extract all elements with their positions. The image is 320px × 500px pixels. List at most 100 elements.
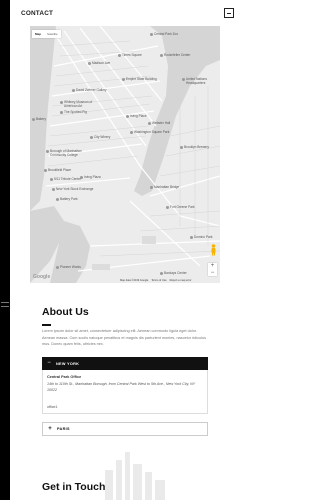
map-place-text: City Winery xyxy=(94,135,111,139)
map-place-label[interactable]: Borough of Manhattan Community College xyxy=(46,149,90,158)
terms-link[interactable]: Terms of Use xyxy=(151,279,166,282)
get-in-touch-heading: Get in Touch xyxy=(42,481,106,493)
map-type-map-button[interactable]: Map xyxy=(32,30,44,38)
map-place-label[interactable]: 9/11 Tribute Center xyxy=(50,177,82,182)
map-place-label[interactable]: City Winery xyxy=(90,135,111,140)
map-place-label[interactable]: Irving Plaza xyxy=(80,175,101,180)
google-logo: Google xyxy=(33,274,51,280)
map-place-label[interactable]: United Nations Headquarters xyxy=(182,77,220,86)
map-place-text: Times Square xyxy=(122,53,142,57)
map-place-label[interactable]: Irving Place xyxy=(126,114,147,119)
map-type-satellite-button[interactable]: Satellite xyxy=(44,30,61,38)
minus-icon: − xyxy=(47,360,51,366)
map-pin-icon xyxy=(60,111,63,115)
map-place-label[interactable]: Empire State Building xyxy=(122,77,157,82)
map-place-label[interactable]: Battery Park xyxy=(56,197,78,202)
map-place-label[interactable]: Manhattan Bridge xyxy=(150,185,180,190)
map-pin-icon xyxy=(90,136,93,140)
map-place-text: Whitney Museum of American Art xyxy=(64,100,93,108)
map-place-label[interactable]: Washington Square Park xyxy=(130,130,170,135)
about-paragraph: Lorem ipsum dolor sit amet, consectetuer… xyxy=(42,329,206,347)
rail-handle-icon[interactable] xyxy=(1,302,9,307)
map-place-text: Washington Square Park xyxy=(134,130,170,134)
map-place-text: Domino Park xyxy=(194,235,213,239)
map-place-text: New York Stock Exchange xyxy=(56,187,94,191)
office-phone: office1 xyxy=(47,405,58,409)
map-pin-icon xyxy=(50,178,53,182)
about-heading: About Us xyxy=(42,306,89,318)
minus-icon xyxy=(227,12,231,14)
map-pin-icon xyxy=(150,33,153,37)
map-place-label[interactable]: Brooklyn Brewery xyxy=(180,145,209,150)
map-place-label[interactable]: Barclays Center xyxy=(160,271,187,276)
map-pin-icon xyxy=(52,188,55,192)
map-place-label[interactable]: Brookfield Place xyxy=(44,168,71,173)
zoom-out-button[interactable]: − xyxy=(208,270,217,276)
map-place-label[interactable]: David Zwirner Gallery xyxy=(72,88,107,93)
page-title: CONTACT xyxy=(21,9,54,17)
map-place-text: Bakery xyxy=(36,117,46,121)
map-place-label[interactable]: Webster Hall xyxy=(148,121,170,126)
map-pin-icon xyxy=(150,186,153,190)
accordion-paris[interactable]: + PARIS xyxy=(42,422,208,436)
map-pin-icon xyxy=(88,62,91,66)
map-pin-icon xyxy=(56,266,59,270)
map-place-label[interactable]: Domino Park xyxy=(190,235,213,240)
office-title: Central Park Office xyxy=(47,375,82,379)
map-place-text: Battery Park xyxy=(60,197,78,201)
map-pin-icon xyxy=(46,150,49,154)
map-place-text: 9/11 Tribute Center xyxy=(54,177,82,181)
map-place-label[interactable]: Bakery xyxy=(32,117,46,122)
map-place-label[interactable]: Madison Ave xyxy=(88,61,111,66)
accordion-label: NEW YORK xyxy=(56,361,80,366)
map-place-text: Empire State Building xyxy=(126,77,157,81)
map-place-label[interactable]: Times Square xyxy=(118,53,142,58)
report-error-link[interactable]: Report a map error xyxy=(170,279,192,282)
map-type-control[interactable]: Map Satellite xyxy=(32,30,61,38)
map-pin-icon xyxy=(80,176,83,180)
map-pin-icon xyxy=(160,54,163,58)
map-pin-icon xyxy=(190,236,193,240)
heading-divider xyxy=(42,324,51,326)
map-pin-icon xyxy=(148,122,151,126)
collapse-button[interactable] xyxy=(224,8,234,18)
map-place-text: United Nations Headquarters xyxy=(186,77,207,85)
map-pin-icon xyxy=(44,169,47,173)
map-place-text: Rockefeller Center xyxy=(164,53,191,57)
office-panel: Central Park Office 14th to 110th St., M… xyxy=(42,370,208,414)
office-address: 14th to 110th St., Manhattan Borough, fr… xyxy=(47,382,196,392)
map-place-label[interactable]: Pioneer Works xyxy=(56,265,81,270)
map-place-label[interactable]: Central Park Zoo xyxy=(150,32,178,37)
accordion-label: PARIS xyxy=(57,427,70,431)
map-place-text: Fort Greene Park xyxy=(170,205,195,209)
map[interactable]: Map Satellite + − Google Map data ©2019 … xyxy=(30,26,220,283)
map-attribution: Map data ©2019 Google Terms of Use Repor… xyxy=(120,279,192,282)
plus-icon: + xyxy=(48,425,52,432)
map-place-text: Borough of Manhattan Community College xyxy=(50,149,82,157)
map-place-label[interactable]: New York Stock Exchange xyxy=(52,187,94,192)
map-place-text: Barclays Center xyxy=(164,271,187,275)
map-place-text: Brooklyn Brewery xyxy=(184,145,209,149)
accordion-new-york[interactable]: − NEW YORK xyxy=(42,357,208,370)
map-pin-icon xyxy=(166,206,169,210)
map-place-text: Irving Plaza xyxy=(84,175,101,179)
map-place-text: David Zwirner Gallery xyxy=(76,88,107,92)
map-pin-icon xyxy=(60,101,63,105)
map-pin-icon xyxy=(32,118,35,122)
map-place-text: Manhattan Bridge xyxy=(154,185,180,189)
skyline-decoration xyxy=(105,452,165,500)
map-place-label[interactable]: The Spotted Pig xyxy=(60,110,87,115)
page-header: CONTACT xyxy=(10,0,240,26)
map-place-text: The Spotted Pig xyxy=(64,110,87,114)
zoom-in-button[interactable]: + xyxy=(208,263,217,269)
map-place-label[interactable]: Whitney Museum of American Art xyxy=(60,100,104,109)
pegman-icon[interactable] xyxy=(210,244,217,256)
map-place-text: Madison Ave xyxy=(92,61,111,65)
map-pin-icon xyxy=(126,115,129,119)
map-place-text: Irving Place xyxy=(130,114,147,118)
map-place-label[interactable]: Fort Greene Park xyxy=(166,205,195,210)
map-data-credit: Map data ©2019 Google xyxy=(120,279,149,282)
map-pin-icon xyxy=(72,89,75,93)
map-place-label[interactable]: Rockefeller Center xyxy=(160,53,191,58)
map-pin-icon xyxy=(122,78,125,82)
